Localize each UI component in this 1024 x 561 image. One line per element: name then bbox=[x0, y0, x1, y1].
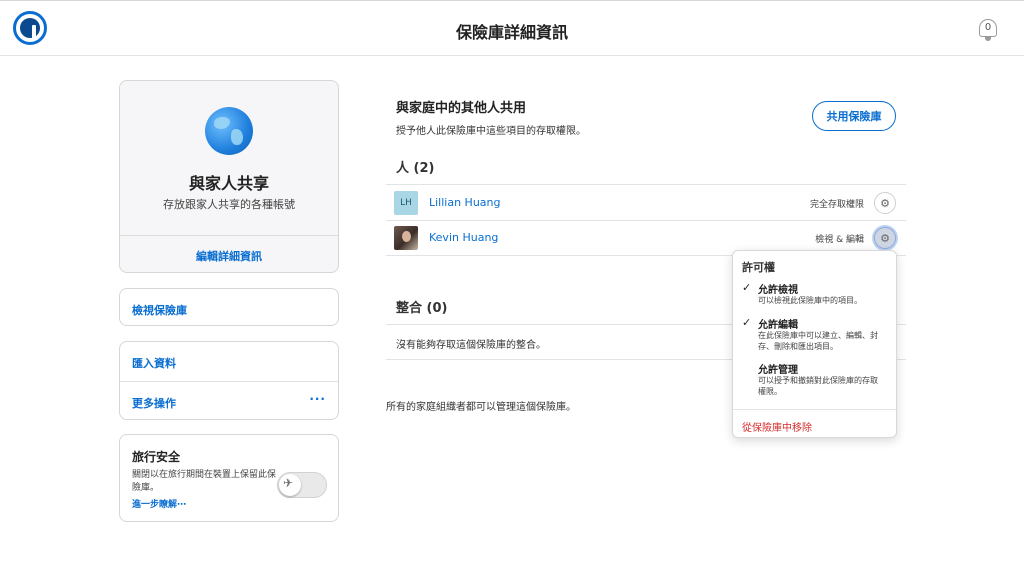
option-label: 允許管理 bbox=[758, 365, 798, 376]
gear-icon[interactable]: ⚙ bbox=[874, 192, 896, 214]
vault-name: 與家人共享 bbox=[188, 174, 269, 193]
checkmark-icon: ✓ bbox=[742, 281, 752, 294]
travel-mode-card: 旅行安全 關閉以在旅行期間在裝置上保留此保險庫。 進一步瞭解⋯ ✈ bbox=[119, 434, 339, 522]
globe-icon bbox=[205, 107, 253, 155]
travel-mode-description: 關閉以在旅行期間在裝置上保留此保險庫。 bbox=[132, 470, 277, 493]
option-label: 允許編輯 bbox=[758, 320, 798, 331]
popover-heading: 許可權 bbox=[742, 261, 775, 274]
permissions-popover: 許可權 ✓ 允許檢視 可以檢視此保險庫中的項目。 ✓ 允許編輯 在此保險庫中可以… bbox=[732, 250, 897, 438]
divider bbox=[733, 409, 896, 410]
remove-from-vault-button[interactable]: 從保險庫中移除 bbox=[742, 419, 812, 434]
vault-description: 存放跟家人共享的各種帳號 bbox=[163, 198, 295, 211]
travel-mode-title: 旅行安全 bbox=[132, 450, 181, 464]
checkmark-icon: ✓ bbox=[742, 316, 752, 329]
avatar: LH bbox=[394, 191, 418, 215]
notification-bell-icon[interactable]: 0 bbox=[976, 15, 1000, 43]
vault-details-page: 保險庫詳細資訊 0 與家人共享 存放跟家人共享的各種帳號 編輯詳細資訊 檢視保險… bbox=[0, 0, 1024, 561]
notification-count: 0 bbox=[984, 22, 992, 33]
permission-label: 完全存取權限 bbox=[809, 200, 864, 210]
people-heading: 人 (2) bbox=[396, 161, 435, 176]
view-vault-link[interactable]: 檢視保險庫 bbox=[132, 302, 187, 318]
more-actions-ellipsis-icon[interactable]: ··· bbox=[309, 392, 326, 406]
person-name-link[interactable]: Lillian Huang bbox=[429, 196, 501, 209]
option-description: 可以檢視此保險庫中的項目。 bbox=[758, 296, 862, 305]
share-subtitle: 授予他人此保險庫中這些項目的存取權限。 bbox=[396, 126, 586, 137]
more-actions-link[interactable]: 更多操作 bbox=[132, 395, 176, 411]
edit-details-link[interactable]: 編輯詳細資訊 bbox=[120, 248, 338, 264]
travel-safe-toggle[interactable]: ✈ bbox=[277, 472, 327, 498]
integrations-heading: 整合 (0) bbox=[396, 301, 448, 316]
view-vault-card[interactable]: 檢視保險庫 bbox=[119, 288, 339, 326]
no-integrations-text: 沒有能夠存取這個保險庫的整合。 bbox=[396, 340, 546, 351]
permission-label: 檢視 & 編輯 bbox=[815, 235, 864, 245]
page-title: 保險庫詳細資訊 bbox=[455, 23, 568, 42]
option-description: 在此保險庫中可以建立、編輯、封存、刪除和匯出項目。 bbox=[758, 331, 878, 351]
person-name-link[interactable]: Kevin Huang bbox=[429, 231, 498, 244]
share-vault-button[interactable]: 共用保險庫 bbox=[812, 101, 896, 131]
divider bbox=[120, 381, 338, 382]
top-header: 保險庫詳細資訊 0 bbox=[0, 0, 1024, 56]
vault-summary-card: 與家人共享 存放跟家人共享的各種帳號 編輯詳細資訊 bbox=[119, 80, 339, 273]
learn-more-link[interactable]: 進一步瞭解⋯ bbox=[132, 497, 186, 510]
divider bbox=[120, 235, 338, 236]
actions-card: 匯入資料 更多操作 ··· bbox=[119, 341, 339, 420]
gear-icon[interactable]: ⚙ bbox=[874, 227, 896, 249]
option-description: 可以授予和撤銷對此保險庫的存取權限。 bbox=[758, 376, 878, 396]
person-row[interactable]: LH Lillian Huang 完全存取權限 ⚙ bbox=[386, 185, 906, 221]
option-label: 允許檢視 bbox=[758, 285, 798, 296]
organizers-note: 所有的家庭組織者都可以管理這個保險庫。 bbox=[386, 402, 576, 413]
share-title: 與家庭中的其他人共用 bbox=[396, 101, 527, 116]
airplane-icon: ✈ bbox=[283, 476, 294, 490]
avatar bbox=[394, 226, 418, 250]
import-data-link[interactable]: 匯入資料 bbox=[132, 355, 176, 371]
